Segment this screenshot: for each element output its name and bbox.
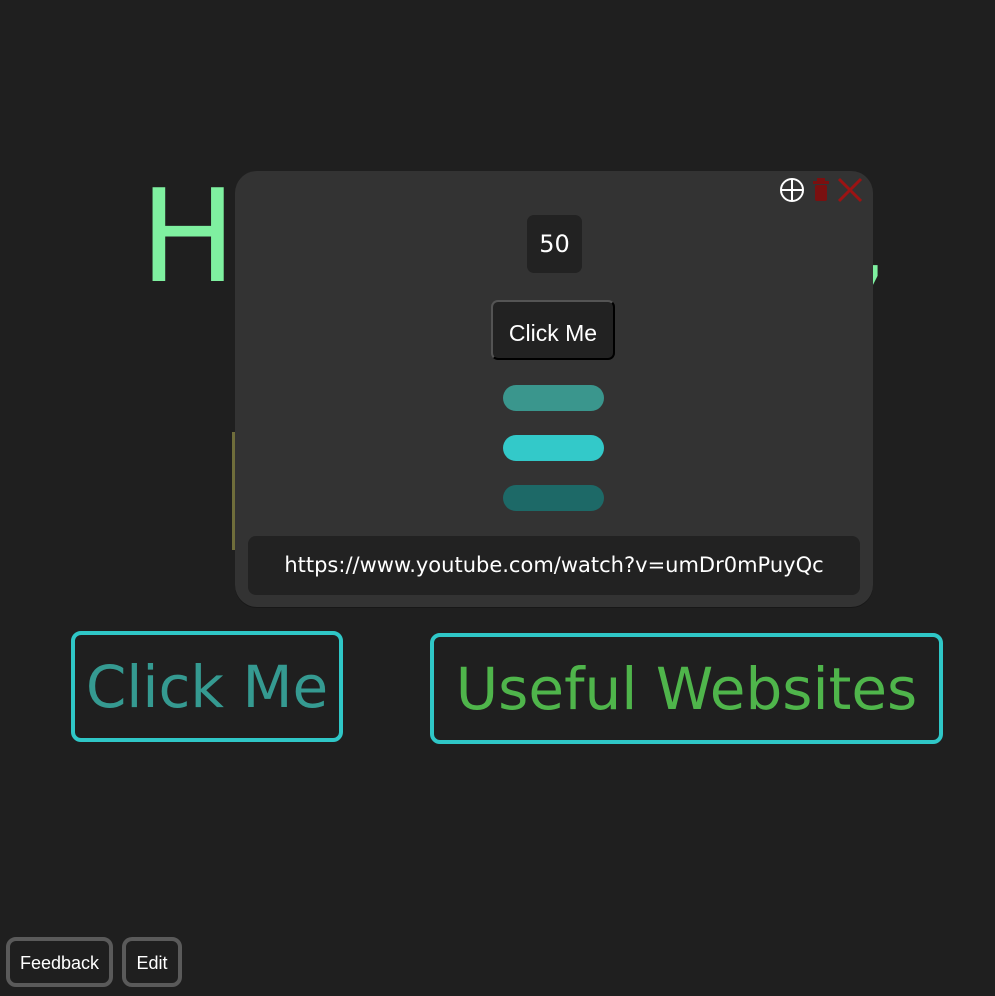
popup-click-me-button[interactable]: Click Me [491,300,615,360]
page-root: H, Click Me Useful Websites 50 Click Me [0,0,995,996]
teal-pill-button[interactable] [503,385,604,411]
useful-websites-button[interactable]: Useful Websites [430,633,943,744]
popup-toolbar [779,177,863,203]
feedback-button[interactable]: Feedback [6,937,113,987]
click-me-button[interactable]: Click Me [71,631,343,742]
dark-teal-pill-button[interactable] [503,485,604,511]
plus-circle-icon[interactable] [779,177,805,203]
trash-icon[interactable] [811,177,831,203]
close-icon[interactable] [837,177,863,203]
url-field[interactable]: https://www.youtube.com/watch?v=umDr0mPu… [248,536,860,595]
popup-panel: 50 Click Me https://www.youtube.com/watc… [235,171,873,607]
counter-value: 50 [527,215,582,273]
heading-text: H [140,168,237,308]
cyan-pill-button[interactable] [503,435,604,461]
edit-button[interactable]: Edit [122,937,182,987]
